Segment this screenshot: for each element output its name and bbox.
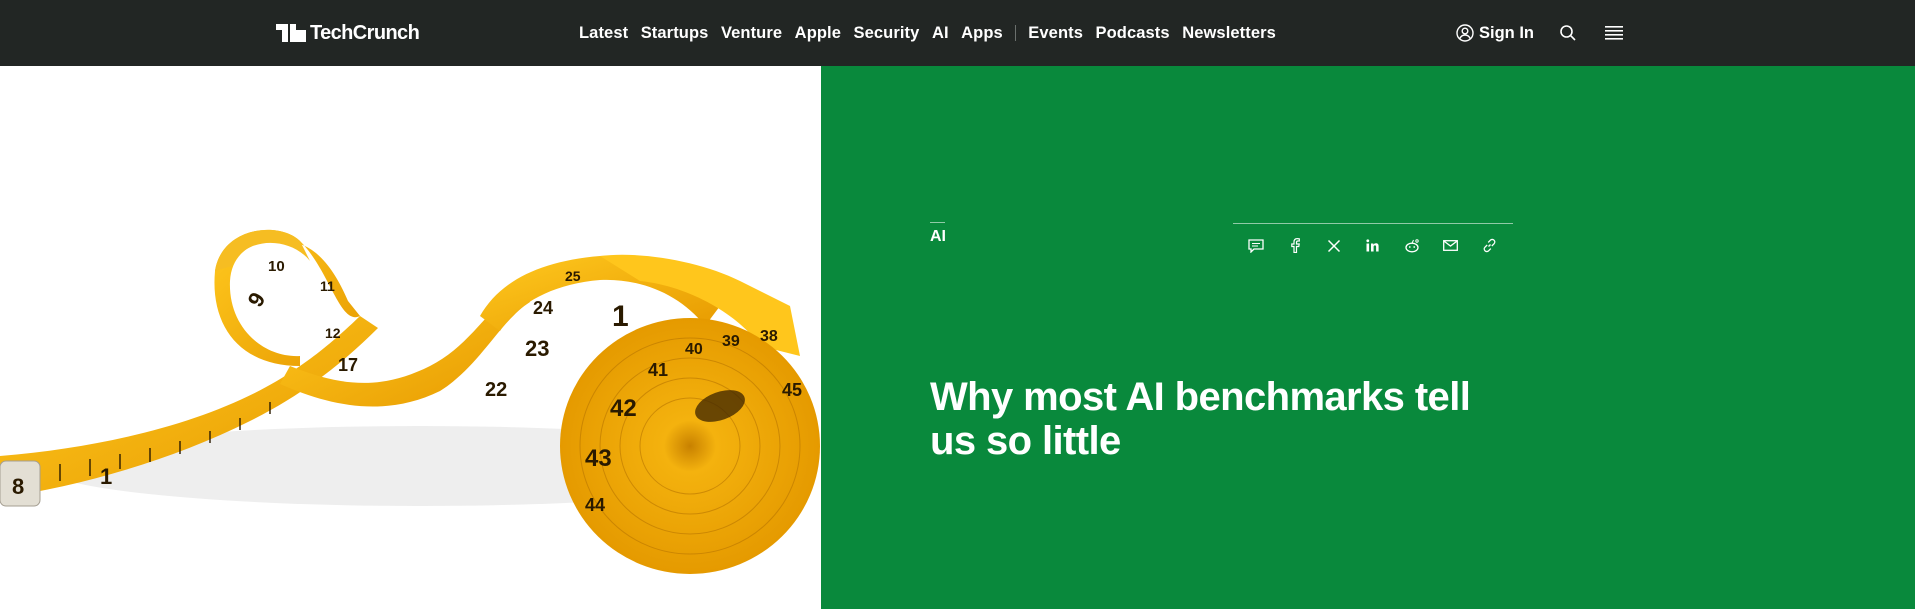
copy-link-button[interactable]: [1479, 236, 1499, 256]
measuring-tape-illustration: 8 1 9 10 11 12 17 22 23 24 25 1 38 39 40…: [0, 229, 820, 574]
sign-in-label: Sign In: [1479, 23, 1534, 42]
nav-ai[interactable]: AI: [932, 24, 949, 43]
nav-venture[interactable]: Venture: [721, 24, 782, 43]
x-icon: [1328, 239, 1341, 252]
user-icon: [1456, 24, 1474, 42]
category-link[interactable]: AI: [930, 222, 946, 246]
tape-number: 9: [243, 288, 271, 311]
tape-number: 22: [485, 379, 507, 401]
nav-latest[interactable]: Latest: [579, 24, 628, 43]
main-nav: Latest Startups Venture Apple Security A…: [579, 0, 1288, 66]
nav-podcasts[interactable]: Podcasts: [1096, 24, 1170, 43]
hero-image: 8 1 9 10 11 12 17 22 23 24 25 1 38 39 40…: [0, 66, 821, 609]
tape-number: 43: [585, 445, 612, 472]
facebook-share-button[interactable]: [1285, 236, 1305, 256]
top-navigation-bar: TechCrunch Latest Startups Venture Apple…: [0, 0, 1915, 66]
x-share-button[interactable]: [1324, 236, 1344, 256]
tape-number: 44: [585, 495, 605, 515]
tape-number: 25: [565, 268, 581, 284]
nav-divider: [1015, 25, 1017, 41]
linkedin-icon: [1366, 239, 1380, 252]
nav-events[interactable]: Events: [1028, 24, 1083, 43]
reddit-share-button[interactable]: [1402, 236, 1422, 256]
link-icon: [1483, 238, 1496, 253]
search-icon: [1560, 25, 1576, 41]
email-icon: [1443, 240, 1459, 251]
tape-number: 10: [268, 258, 285, 275]
sign-in-button[interactable]: Sign In: [1456, 0, 1534, 66]
reddit-icon: [1405, 238, 1419, 252]
tape-number: 17: [338, 355, 358, 375]
search-button[interactable]: [1557, 22, 1579, 44]
tape-number: 39: [722, 333, 740, 350]
tape-number: 41: [648, 360, 668, 380]
comment-button[interactable]: [1246, 236, 1266, 256]
tape-number: 45: [782, 380, 802, 400]
tape-number: 24: [533, 298, 553, 318]
tape-number: 1: [100, 464, 112, 489]
techcrunch-logo[interactable]: TechCrunch: [276, 19, 420, 47]
menu-button[interactable]: [1603, 22, 1625, 44]
menu-icon: [1605, 26, 1623, 40]
nav-startups[interactable]: Startups: [641, 24, 709, 43]
tape-number: 40: [685, 341, 703, 358]
tape-number: 1: [612, 300, 629, 333]
logo-wordmark: TechCrunch: [310, 21, 420, 44]
tape-number: 8: [12, 474, 24, 499]
comment-icon: [1248, 238, 1265, 253]
linkedin-share-button[interactable]: [1363, 236, 1383, 256]
tape-number: 42: [610, 395, 637, 422]
article-headline: Why most AI benchmarks tell us so little: [930, 375, 1471, 463]
tape-number: 23: [525, 336, 549, 361]
tape-number: 12: [325, 325, 341, 341]
nav-apps[interactable]: Apps: [961, 24, 1003, 43]
email-share-button[interactable]: [1441, 236, 1461, 256]
tape-number: 38: [760, 328, 778, 345]
nav-security[interactable]: Security: [854, 24, 920, 43]
share-bar: [1233, 223, 1513, 267]
hero-panel: [821, 66, 1915, 609]
facebook-icon: [1291, 238, 1301, 253]
tc-logo-icon: [276, 24, 306, 42]
nav-newsletters[interactable]: Newsletters: [1182, 24, 1276, 43]
tape-number: 11: [320, 278, 335, 294]
nav-apple[interactable]: Apple: [795, 24, 841, 43]
